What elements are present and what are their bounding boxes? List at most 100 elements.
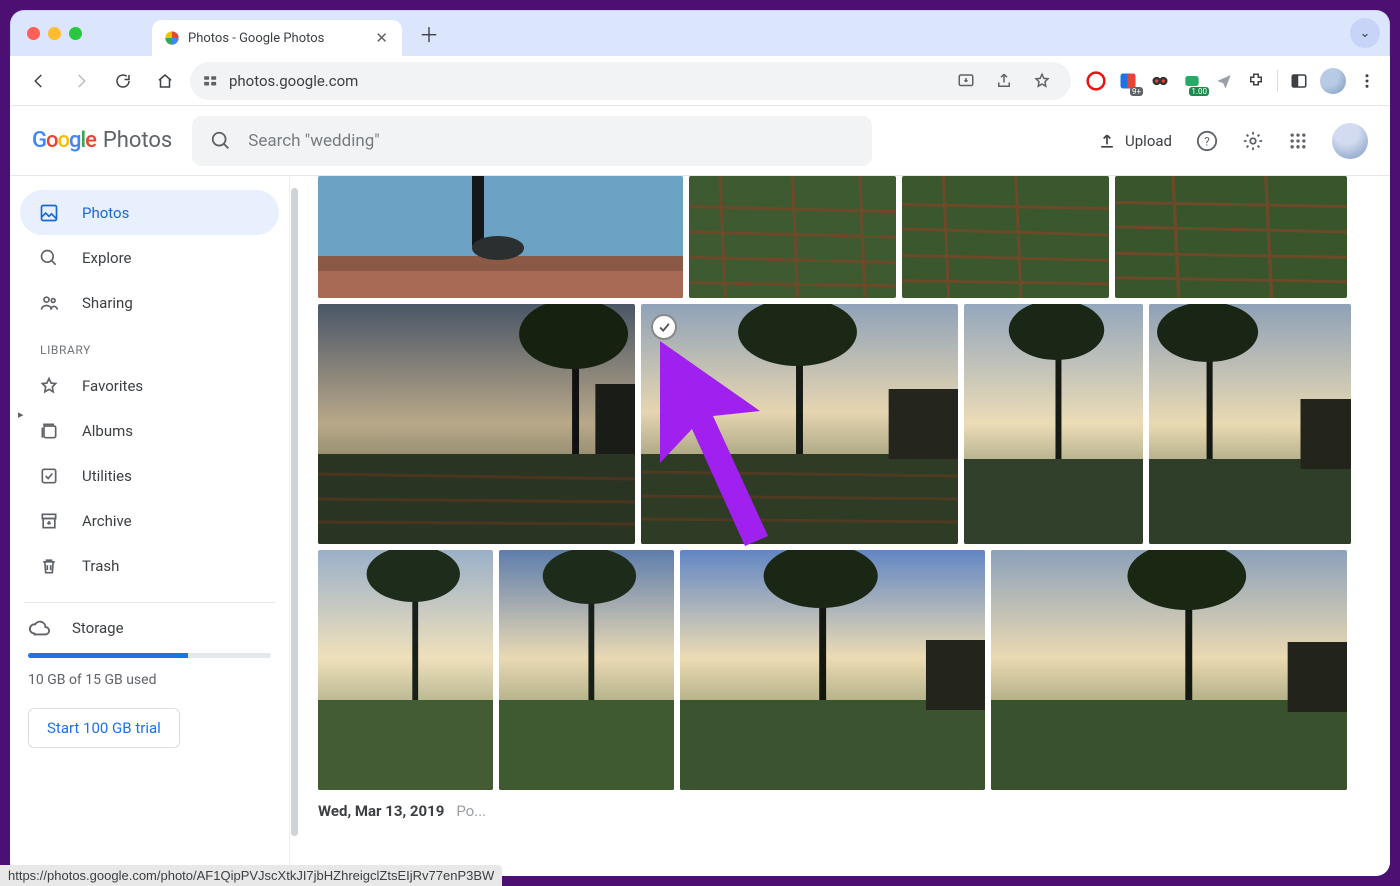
photo-thumbnail[interactable]	[318, 304, 635, 544]
storage-meter	[28, 653, 271, 658]
sidebar-scrollbar[interactable]	[290, 176, 300, 876]
sidebar-item-albums[interactable]: Albums	[20, 408, 279, 453]
photo-thumbnail[interactable]	[641, 304, 958, 544]
sidebar: Photos Explore Sharing LIBRARY Favorites…	[10, 176, 290, 876]
photo-thumbnail[interactable]	[991, 550, 1347, 790]
browser-tab[interactable]: Photos - Google Photos ✕	[152, 20, 402, 56]
archive-icon	[38, 510, 60, 532]
photo-grid: Wed, Mar 13, 2019 Po...	[300, 176, 1390, 876]
star-icon	[38, 375, 60, 397]
settings-button[interactable]	[1242, 130, 1264, 152]
start-trial-button[interactable]: Start 100 GB trial	[28, 708, 180, 748]
search-icon	[210, 130, 232, 152]
nav-back-button[interactable]	[22, 64, 56, 98]
sidebar-item-photos[interactable]: Photos	[20, 190, 279, 235]
photo-thumbnail[interactable]	[902, 176, 1109, 298]
nav-forward-button[interactable]	[64, 64, 98, 98]
address-bar[interactable]: photos.google.com	[190, 62, 1071, 100]
sidebar-item-sharing[interactable]: Sharing	[20, 280, 279, 325]
account-avatar[interactable]	[1332, 123, 1368, 159]
cloud-icon	[28, 617, 50, 639]
photo-thumbnail[interactable]	[318, 176, 683, 298]
album-icon	[38, 420, 60, 442]
sidebar-item-label: Photos	[82, 204, 129, 222]
date-sublabel: Po...	[456, 802, 486, 820]
status-bar-link: https://photos.google.com/photo/AF1QipPV…	[10, 865, 502, 876]
extension-opera-icon[interactable]	[1085, 70, 1107, 92]
search-placeholder: Search "wedding"	[248, 131, 379, 151]
profile-avatar-icon[interactable]	[1320, 68, 1346, 94]
sidebar-item-label: Utilities	[82, 467, 132, 485]
extensions-menu-icon[interactable]	[1245, 70, 1267, 92]
sidebar-item-label: Albums	[82, 422, 133, 440]
extension-badge-9plus-icon[interactable]: 9+	[1117, 70, 1139, 92]
extension-green-badge-icon[interactable]: 1.00	[1181, 70, 1203, 92]
sidebar-divider	[24, 602, 275, 603]
select-photo-checkbox[interactable]	[651, 314, 677, 340]
photo-thumbnail[interactable]	[499, 550, 674, 790]
photo-thumbnail[interactable]	[1115, 176, 1347, 298]
minimize-window-button[interactable]	[48, 27, 61, 40]
utilities-icon	[38, 465, 60, 487]
toolbar-divider	[1277, 70, 1278, 92]
photo-thumbnail[interactable]	[680, 550, 985, 790]
sidebar-item-label: Archive	[82, 512, 132, 530]
bookmark-icon[interactable]	[1025, 64, 1059, 98]
maximize-window-button[interactable]	[69, 27, 82, 40]
home-button[interactable]	[148, 64, 182, 98]
extension-paperplane-icon[interactable]	[1213, 70, 1235, 92]
site-info-icon[interactable]	[202, 72, 219, 89]
sidebar-item-favorites[interactable]: Favorites	[20, 363, 279, 408]
upload-label: Upload	[1125, 132, 1172, 150]
storage-label: Storage	[72, 619, 124, 637]
sidebar-item-storage[interactable]: Storage	[28, 617, 271, 639]
sidebar-item-label: Favorites	[82, 377, 143, 395]
date-header: Wed, Mar 13, 2019 Po...	[318, 802, 1380, 820]
storage-used-text: 10 GB of 15 GB used	[28, 672, 271, 688]
side-panel-icon[interactable]	[1288, 70, 1310, 92]
extension-badge-count: 9+	[1130, 87, 1143, 96]
date-label: Wed, Mar 13, 2019	[318, 802, 444, 820]
tab-overflow-button[interactable]: ⌄	[1350, 18, 1380, 48]
svg-text:?: ?	[1204, 134, 1210, 148]
tab-strip: Photos - Google Photos ✕ ＋ ⌄	[10, 10, 1390, 56]
upload-button[interactable]: Upload	[1097, 131, 1172, 151]
people-icon	[38, 292, 60, 314]
extensions-row: 9+ 1.00	[1085, 68, 1378, 94]
extension-badge-value: 1.00	[1189, 87, 1209, 96]
google-photos-favicon	[164, 30, 180, 46]
apps-grid-button[interactable]	[1288, 131, 1308, 151]
help-button[interactable]: ?	[1196, 130, 1218, 152]
photos-icon	[38, 202, 60, 224]
sidebar-item-label: Explore	[82, 249, 132, 267]
sidebar-item-explore[interactable]: Explore	[20, 235, 279, 280]
sidebar-section-label: LIBRARY	[40, 343, 279, 357]
photo-thumbnail[interactable]	[689, 176, 896, 298]
browser-menu-icon[interactable]	[1356, 70, 1378, 92]
google-photos-logo[interactable]: Google Photos	[32, 128, 172, 153]
expand-caret-icon[interactable]: ▸	[18, 408, 24, 421]
url-text: photos.google.com	[229, 72, 358, 90]
install-app-icon[interactable]	[949, 64, 983, 98]
upload-icon	[1097, 131, 1117, 151]
window-controls	[27, 27, 82, 40]
photo-thumbnail[interactable]	[1149, 304, 1351, 544]
reload-button[interactable]	[106, 64, 140, 98]
sidebar-item-trash[interactable]: Trash	[20, 543, 279, 588]
storage-section: Storage 10 GB of 15 GB used Start 100 GB…	[20, 617, 279, 748]
extension-goggles-icon[interactable]	[1149, 70, 1171, 92]
google-photos-app: Google Photos Search "wedding" Upload ?	[10, 106, 1390, 876]
trash-icon	[38, 555, 60, 577]
search-input[interactable]: Search "wedding"	[192, 116, 872, 166]
sidebar-item-utilities[interactable]: Utilities	[20, 453, 279, 498]
tab-title: Photos - Google Photos	[188, 31, 324, 46]
share-icon[interactable]	[987, 64, 1021, 98]
sidebar-item-archive[interactable]: Archive	[20, 498, 279, 543]
photo-thumbnail[interactable]	[318, 550, 493, 790]
photo-thumbnail[interactable]	[964, 304, 1143, 544]
search-icon	[38, 247, 60, 269]
new-tab-button[interactable]: ＋	[414, 18, 444, 48]
close-tab-icon[interactable]: ✕	[375, 31, 388, 46]
close-window-button[interactable]	[27, 27, 40, 40]
browser-toolbar: photos.google.com 9+	[10, 56, 1390, 106]
